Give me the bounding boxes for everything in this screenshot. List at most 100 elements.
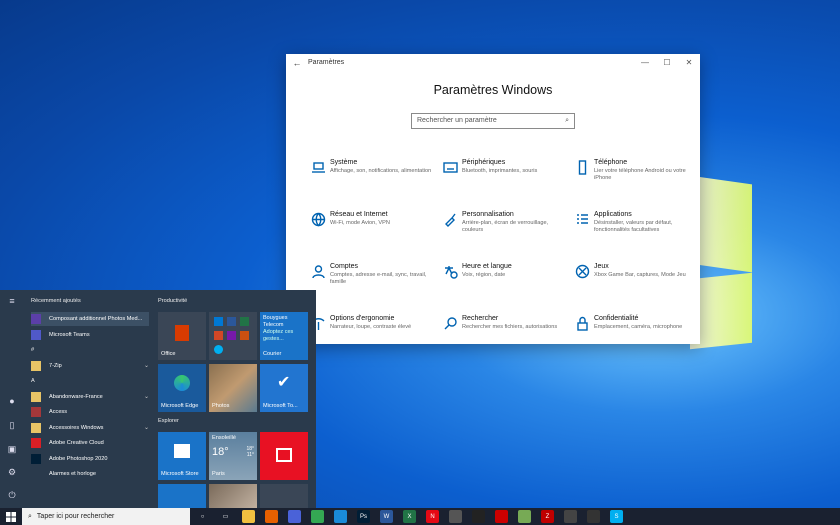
tile-partial[interactable] [260,484,308,508]
settings-item-6[interactable]: Applications Désinstaller, valeurs par dé… [570,211,698,256]
app-list-item[interactable]: 7-Zip ⌄ [31,359,149,373]
search-icon: ⌕ [28,512,32,520]
word-icon[interactable]: W [380,510,393,523]
app-icon[interactable] [587,510,600,523]
phone-icon [570,159,594,179]
firefox-icon[interactable] [265,510,278,523]
settings-item-11[interactable]: Rechercher Rechercher mes fichiers, autor… [438,315,566,360]
app-icon[interactable] [472,510,485,523]
app-list-item[interactable]: Adobe Photoshop 2020 [31,452,149,466]
mail-sender: Bouygues Telecom [263,315,288,328]
tile-todo[interactable]: ✔ Microsoft To... [260,364,308,412]
settings-item-name: Heure et langue [462,263,512,270]
tile-store[interactable]: Microsoft Store [158,432,206,480]
settings-item-7[interactable]: Comptes Comptes, adresse e-mail, sync, tr… [306,263,434,308]
app-icon[interactable] [656,510,669,523]
app-list-item[interactable]: Composant additionnel Photos Med... [31,312,149,326]
tile-office[interactable]: Office [158,312,206,360]
app-icon [31,391,41,402]
app-list-item[interactable]: Access [31,405,149,419]
app-list-item[interactable]: Alarmes et horloge [31,467,149,481]
tile-office-apps[interactable] [209,312,257,360]
settings-item-5[interactable]: Personnalisation Arrière-plan, écran de v… [438,211,566,256]
app-icon [31,422,41,433]
tile-label: Microsoft To... [263,403,298,409]
settings-item-desc: Affichage, son, notifications, alimentat… [330,168,432,174]
firefox-dev-icon[interactable] [288,510,301,523]
task-view-icon[interactable]: ▭ [219,510,232,523]
app-icon[interactable] [518,510,531,523]
apps-list-icon [570,211,594,231]
settings-item-name: Options d'ergonomie [330,315,395,322]
letter-header[interactable]: # [31,347,34,353]
settings-item-name: Système [330,159,358,166]
tile-weather[interactable]: Ensoleillé 18° 18° 11° Paris [209,432,257,480]
lock-icon [570,315,594,335]
window-title: Paramètres [308,59,345,66]
tile-edge[interactable]: Microsoft Edge [158,364,206,412]
tile-mail[interactable]: Bouygues Telecom Adoptez ces gestes... C… [260,312,308,360]
app-icon [31,314,41,324]
edge-icon[interactable] [334,510,347,523]
chrome-icon[interactable] [311,510,324,523]
back-arrow-icon[interactable]: ← [286,58,308,68]
group-header: Productivité [158,298,188,304]
settings-item-2[interactable]: Périphériques Bluetooth, imprimantes, sou… [438,159,566,204]
settings-item-8[interactable]: Heure et langue Voix, région, date [438,263,566,308]
app-icon[interactable] [449,510,462,523]
app-list: Récemment ajoutés Composant additionnel … [24,290,151,508]
settings-item-desc: Bluetooth, imprimantes, souris [462,168,538,174]
start-button[interactable] [0,508,22,525]
weather-temp: 18° [212,446,229,458]
close-icon[interactable]: ✕ [678,58,700,67]
settings-item-12[interactable]: Confidentialité Emplacement, caméra, micr… [570,315,698,360]
app-list-item[interactable]: Accessoires Windows ⌄ [31,421,149,435]
app-icon [31,360,41,371]
tile-label: Photos [212,403,230,409]
tile-partial[interactable] [158,484,206,508]
settings-search-input[interactable]: Rechercher un paramètre ⌕ [411,113,575,129]
netflix-icon[interactable]: N [426,510,439,523]
minimize-icon[interactable]: — [634,58,656,67]
file-explorer-icon[interactable] [242,510,255,523]
letter-header[interactable]: A [31,378,35,384]
settings-item-name: Personnalisation [462,211,514,218]
app-icon[interactable] [564,510,577,523]
settings-gear-icon[interactable]: ⚙ [7,467,17,477]
settings-item-desc: Comptes, adresse e-mail, sync, travail, … [330,272,427,286]
app-icon[interactable] [633,510,646,523]
photoshop-icon[interactable]: Ps [357,510,370,523]
settings-item-1[interactable]: Système Affichage, son, notifications, al… [306,159,434,204]
cortana-icon[interactable]: ○ [196,510,209,523]
app-icon [31,469,41,479]
taskbar-search-input[interactable]: ⌕ Taper ici pour rechercher [22,508,190,525]
tile-partial[interactable] [209,484,257,508]
user-avatar-icon[interactable]: ● [7,396,17,406]
maximize-icon[interactable]: ☐ [656,58,678,67]
app-list-item[interactable]: Adobe Creative Cloud [31,436,149,450]
tile-photos[interactable]: Photos [209,364,257,412]
settings-item-desc: Arrière-plan, écran de verrouillage, cou… [462,220,549,234]
skype-icon[interactable]: S [610,510,623,523]
pictures-icon[interactable]: ▣ [7,444,17,454]
app-label: Access [49,409,68,415]
app-icon[interactable] [679,510,692,523]
settings-item-desc: Xbox Game Bar, captures, Mode Jeu [594,272,686,278]
app-list-item[interactable]: Abandonware-France ⌄ [31,390,149,404]
excel-icon[interactable]: X [403,510,416,523]
settings-item-9[interactable]: Jeux Xbox Game Bar, captures, Mode Jeu [570,263,698,308]
power-icon[interactable]: ⏻ [7,490,17,500]
office-icon [175,325,189,341]
settings-item-4[interactable]: Réseau et Internet Wi-Fi, mode Avion, VPN [306,211,434,256]
app-list-item[interactable]: Microsoft Teams [31,328,149,342]
documents-icon[interactable]: ▯ [7,420,17,430]
settings-item-10[interactable]: Options d'ergonomie Narrateur, loupe, con… [306,315,434,360]
app-icon[interactable] [495,510,508,523]
filezilla-icon[interactable]: Z [541,510,554,523]
globe-icon [306,211,330,231]
store-bag-icon [174,444,190,458]
tile-news[interactable] [260,432,308,480]
settings-item-3[interactable]: Téléphone Lier votre téléphone Android ou… [570,159,698,204]
hamburger-menu-icon[interactable]: ≡ [7,296,17,306]
keyboard-icon [438,159,462,179]
